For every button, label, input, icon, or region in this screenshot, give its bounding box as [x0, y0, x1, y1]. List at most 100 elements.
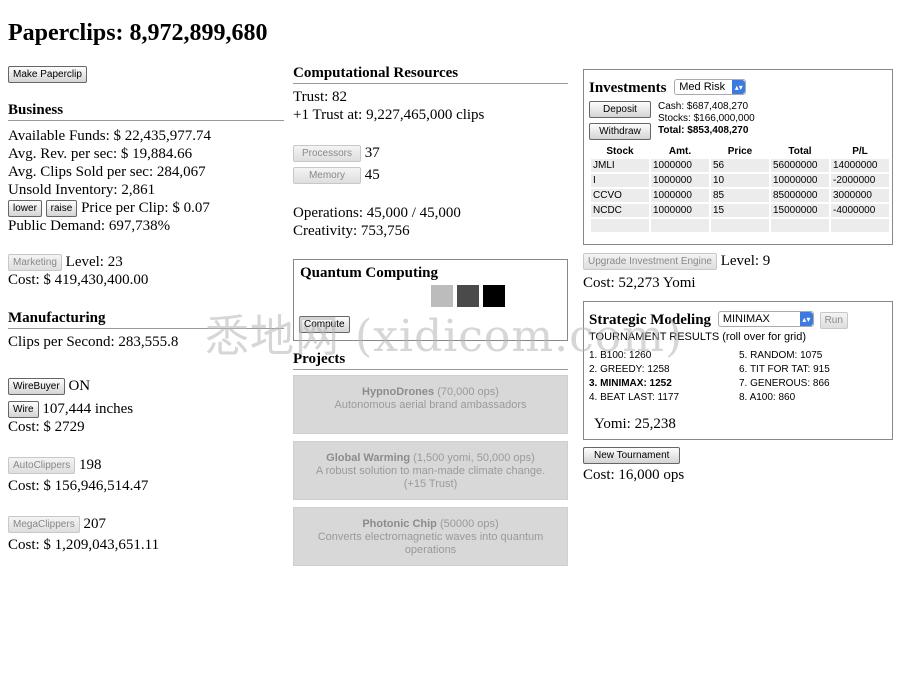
project-cost: (50000 ops)	[436, 518, 499, 530]
project-name: Photonic Chip	[362, 518, 437, 530]
manufacturing-heading: Manufacturing	[8, 310, 284, 329]
stock-cell	[591, 219, 649, 232]
stock-cell: 56000000	[771, 159, 829, 172]
wire-amount: 107,444 inches	[42, 401, 134, 417]
result-item: 8. A100: 860	[739, 392, 796, 403]
result-item-selected: 3. MINIMAX: 1252	[589, 378, 672, 389]
stock-cell: 14000000	[831, 159, 889, 172]
yomi: Yomi: 25,238	[594, 416, 676, 432]
result-item: 5. RANDOM: 1075	[739, 350, 823, 361]
stock-cell: 15000000	[771, 204, 829, 217]
marketing-button[interactable]: Marketing	[8, 254, 62, 271]
clips-per-second: Clips per Second: 283,555.8	[8, 334, 179, 350]
business-heading: Business	[8, 102, 284, 121]
trust: Trust: 82	[293, 89, 348, 105]
operations: Operations: 45,000 / 45,000	[293, 205, 461, 221]
new-tournament-row: New Tournament	[583, 446, 893, 464]
project-title-row: HypnoDrones (70,000 ops)	[294, 386, 567, 399]
compute-row: Compute	[299, 316, 350, 333]
stock-cell	[711, 219, 769, 232]
lower-price-button[interactable]: lower	[8, 200, 42, 217]
strategy-select[interactable]: MINIMAX ▴▾	[717, 311, 814, 327]
project-card[interactable]: Global Warming (1,500 yomi, 50,000 ops) …	[293, 441, 568, 500]
stock-cell: 85000000	[771, 189, 829, 202]
withdraw-row: Withdraw	[589, 123, 651, 140]
business-section: Business Available Funds: $ 22,435,977.7…	[8, 102, 284, 289]
upgrade-engine-section: Upgrade Investment Engine Level: 9 Cost:…	[583, 252, 893, 292]
cash: Cash: $687,408,270	[658, 101, 749, 112]
column-header: Price	[727, 146, 753, 157]
autoclippers-row: AutoClippers 198	[8, 456, 284, 474]
select-arrows-icon: ▴▾	[799, 312, 813, 326]
autoclippers-cost: Cost: $ 156,946,514.47	[8, 478, 149, 494]
stock-row: NCDC 1000000 15 15000000 -4000000	[591, 204, 889, 217]
wirebuyer-state: ON	[68, 378, 91, 394]
quantum-heading: Quantum Computing	[300, 265, 438, 281]
tournament-results-title: TOURNAMENT RESULTS (roll over for grid)	[589, 331, 806, 343]
page-title: Paperclips: 8,972,899,680	[8, 20, 268, 46]
stock-cell: 10	[711, 174, 769, 187]
marketing-level: Level: 23	[65, 254, 123, 270]
processors-count: 37	[364, 145, 380, 161]
stock-cell: I	[591, 174, 649, 187]
make-paperclip-button[interactable]: Make Paperclip	[8, 66, 87, 83]
wire-button[interactable]: Wire	[8, 401, 39, 418]
stock-cell: 1000000	[651, 204, 709, 217]
megaclippers-button[interactable]: MegaClippers	[8, 516, 80, 533]
memory-button[interactable]: Memory	[293, 167, 361, 184]
stock-cell: 1000000	[651, 174, 709, 187]
result-item: 4. BEAT LAST: 1177	[589, 392, 680, 403]
compute-button[interactable]: Compute	[299, 316, 350, 333]
project-card[interactable]: Photonic Chip (50000 ops) Converts elect…	[293, 507, 568, 566]
project-name: HypnoDrones	[362, 386, 435, 398]
stock-row: I 1000000 10 10000000 -2000000	[591, 174, 889, 187]
stock-cell: 1000000	[651, 159, 709, 172]
stock-cell: JMLI	[591, 159, 649, 172]
stock-table: Stock Amt. Price Total P/L JMLI 1000000 56…	[589, 144, 891, 234]
stock-row: JMLI 1000000 56 56000000 14000000	[591, 159, 889, 172]
projects-heading: Projects	[293, 351, 568, 370]
investment-engine-level: Level: 9	[720, 253, 771, 269]
project-card[interactable]: HypnoDrones (70,000 ops) Autonomous aeri…	[293, 375, 568, 434]
results-left: 1. B100: 1260 2. GREEDY: 1258 3. MINIMAX…	[589, 349, 679, 405]
stock-row	[591, 219, 889, 232]
quantum-chips	[431, 285, 509, 312]
processors-button[interactable]: Processors	[293, 145, 361, 162]
strategic-heading: Strategic Modeling	[589, 312, 712, 328]
stock-cell	[831, 219, 889, 232]
raise-price-button[interactable]: raise	[45, 200, 78, 217]
marketing-row: Marketing Level: 23	[8, 253, 284, 271]
run-button[interactable]: Run	[819, 312, 848, 329]
stock-cell: NCDC	[591, 204, 649, 217]
strategy-select-value: MINIMAX	[722, 313, 770, 325]
column-header: Total	[788, 146, 812, 157]
stock-cell: 10000000	[771, 174, 829, 187]
megaclippers-row: MegaClippers 207	[8, 515, 284, 533]
investments-heading: Investments	[589, 80, 667, 96]
price-per-clip: Price per Clip: $ 0.07	[81, 200, 210, 216]
wirebuyer-button[interactable]: WireBuyer	[8, 378, 65, 395]
result-item: 2. GREEDY: 1258	[589, 364, 670, 375]
strategic-header: Strategic Modeling MINIMAX ▴▾ Run	[589, 311, 848, 329]
withdraw-button[interactable]: Withdraw	[589, 123, 651, 140]
autoclippers-button[interactable]: AutoClippers	[8, 457, 76, 474]
results-right: 5. RANDOM: 1075 6. TIT FOR TAT: 915 7. G…	[739, 349, 830, 405]
deposit-button[interactable]: Deposit	[589, 101, 651, 118]
processors-row: Processors 37	[293, 144, 568, 162]
strategic-modeling-panel: Strategic Modeling MINIMAX ▴▾ Run TOURNA…	[583, 301, 893, 440]
new-tournament-button[interactable]: New Tournament	[583, 447, 681, 464]
result-item: 6. TIT FOR TAT: 915	[739, 364, 830, 375]
tournament-section: New Tournament Cost: 16,000 ops	[583, 446, 893, 484]
stock-cell: 56	[711, 159, 769, 172]
memory-row: Memory 45	[293, 166, 568, 184]
stock-cell: 3000000	[831, 189, 889, 202]
marketing-cost: Cost: $ 419,430,400.00	[8, 272, 149, 288]
risk-select[interactable]: Med Risk ▴▾	[674, 79, 747, 95]
megaclippers-count: 207	[83, 516, 106, 532]
upgrade-investment-engine-button[interactable]: Upgrade Investment Engine	[583, 253, 717, 270]
stock-cell: 1000000	[651, 189, 709, 202]
wire-row: Wire 107,444 inches	[8, 400, 284, 418]
computational-heading: Computational Resources	[293, 65, 568, 84]
project-description: A robust solution to man-made climate ch…	[315, 465, 546, 490]
portfolio-summary: Cash: $687,408,270 Stocks: $166,000,000 …	[658, 101, 755, 137]
